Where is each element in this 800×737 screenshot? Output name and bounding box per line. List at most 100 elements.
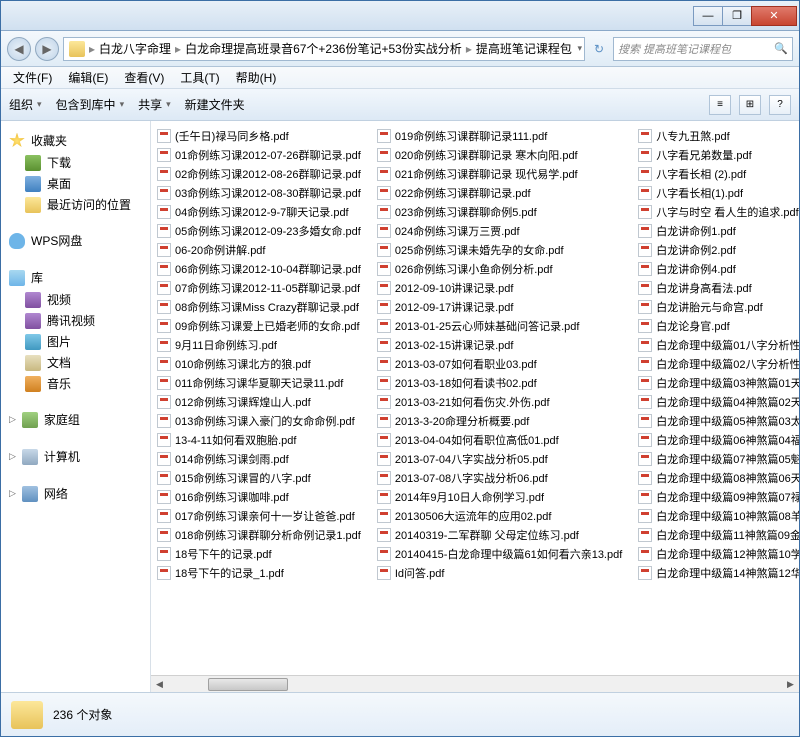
close-button[interactable]: ✕ bbox=[751, 6, 797, 26]
breadcrumb-dropdown[interactable]: ▾ bbox=[577, 43, 582, 54]
share-button[interactable]: 共享▾ bbox=[138, 96, 171, 113]
scroll-left-button[interactable]: ◀ bbox=[151, 677, 168, 692]
file-item[interactable]: 13-4-11如何看双胞胎.pdf bbox=[155, 431, 363, 449]
file-item[interactable]: 07命例练习课2012-11-05群聊记录.pdf bbox=[155, 279, 363, 297]
file-item[interactable]: 018命例练习课群聊分析命例记录1.pdf bbox=[155, 526, 363, 544]
file-item[interactable]: 2013-07-08八字实战分析06.pdf bbox=[375, 469, 624, 487]
file-item[interactable]: 白龙命理中级篇01八字分析性格01.pdf bbox=[636, 336, 799, 354]
file-item[interactable]: 022命例练习课群聊记录.pdf bbox=[375, 184, 624, 202]
file-item[interactable]: 2013-03-18如何看读书02.pdf bbox=[375, 374, 624, 392]
file-item[interactable]: 06-20命例讲解.pdf bbox=[155, 241, 363, 259]
file-item[interactable]: 2013-03-21如何看伤灾.外伤.pdf bbox=[375, 393, 624, 411]
scroll-right-button[interactable]: ▶ bbox=[782, 677, 799, 692]
sidebar-favorites[interactable]: 收藏夹 bbox=[5, 129, 146, 152]
file-item[interactable]: 05命例练习课2012-09-23多婚女命.pdf bbox=[155, 222, 363, 240]
file-item[interactable]: 八字看兄弟数量.pdf bbox=[636, 146, 799, 164]
sidebar-documents[interactable]: 文档 bbox=[5, 352, 146, 373]
file-item[interactable]: Id问答.pdf bbox=[375, 564, 624, 582]
file-item[interactable]: 2013-02-15讲课记录.pdf bbox=[375, 336, 624, 354]
organize-button[interactable]: 组织▾ bbox=[9, 96, 42, 113]
file-item[interactable]: 04命例练习课2012-9-7聊天记录.pdf bbox=[155, 203, 363, 221]
file-item[interactable]: 八字与时空 看人生的追求.pdf bbox=[636, 203, 799, 221]
file-item[interactable]: 白龙命理中级篇07神煞篇05魁罡贵人.pdf bbox=[636, 450, 799, 468]
breadcrumb-seg-2[interactable]: 白龙命理提高班录音67个+236份笔记+53份实战分析 bbox=[182, 40, 465, 57]
file-item[interactable]: 08命例练习课Miss Crazy群聊记录.pdf bbox=[155, 298, 363, 316]
file-item[interactable]: 八专九丑煞.pdf bbox=[636, 127, 799, 145]
file-item[interactable]: 白龙命理中级篇14神煞篇12华盖.pdf bbox=[636, 564, 799, 582]
file-item[interactable]: 白龙命理中级篇04神煞篇02天月二德.pdf bbox=[636, 393, 799, 411]
file-item[interactable]: 白龙论身官.pdf bbox=[636, 317, 799, 335]
search-input[interactable]: 搜索 提高班笔记课程包 🔍 bbox=[613, 37, 793, 61]
file-item[interactable]: 020命例练习课群聊记录 寒木向阳.pdf bbox=[375, 146, 624, 164]
file-item[interactable]: 06命例练习课2012-10-04群聊记录.pdf bbox=[155, 260, 363, 278]
file-item[interactable]: 012命例练习课辉煌山人.pdf bbox=[155, 393, 363, 411]
sidebar-wps[interactable]: WPS网盘 bbox=[5, 229, 146, 252]
breadcrumb[interactable]: ▸ 白龙八字命理 ▸ 白龙命理提高班录音67个+236份笔记+53份实战分析 ▸… bbox=[63, 37, 585, 61]
file-item[interactable]: 021命例练习课群聊记录 现代易学.pdf bbox=[375, 165, 624, 183]
file-item[interactable]: 014命例练习课剑雨.pdf bbox=[155, 450, 363, 468]
scroll-thumb[interactable] bbox=[208, 678, 288, 691]
file-item[interactable]: 025命例练习课未婚先孕的女命.pdf bbox=[375, 241, 624, 259]
file-item[interactable]: 白龙讲命例2.pdf bbox=[636, 241, 799, 259]
file-item[interactable]: (壬午日)禄马同乡格.pdf bbox=[155, 127, 363, 145]
menu-tools[interactable]: 工具(T) bbox=[172, 67, 227, 88]
back-button[interactable]: ◀ bbox=[7, 37, 31, 61]
file-item[interactable]: 019命例练习课群聊记录111.pdf bbox=[375, 127, 624, 145]
horizontal-scrollbar[interactable]: ◀ ▶ bbox=[151, 675, 799, 692]
file-item[interactable]: 2013-04-04如何看职位高低01.pdf bbox=[375, 431, 624, 449]
sidebar-recent[interactable]: 最近访问的位置 bbox=[5, 194, 146, 215]
file-pane[interactable]: (壬午日)禄马同乡格.pdf01命例练习课2012-07-26群聊记录.pdf0… bbox=[151, 121, 799, 692]
file-item[interactable]: 白龙命理中级篇06神煞篇04福星文昌国印德秀贵 bbox=[636, 431, 799, 449]
file-item[interactable]: 18号下午的记录_1.pdf bbox=[155, 564, 363, 582]
file-item[interactable]: 白龙命理中级篇10神煞篇08羊刃飞刃天医.pdf bbox=[636, 507, 799, 525]
sidebar-network[interactable]: ▷网络 bbox=[5, 482, 146, 505]
file-item[interactable]: 白龙讲胎元与命宫.pdf bbox=[636, 298, 799, 316]
file-item[interactable]: 白龙命理中级篇11神煞篇09金舆贵人三奇贵人.pdf bbox=[636, 526, 799, 544]
sidebar-libraries[interactable]: 库 bbox=[5, 266, 146, 289]
file-item[interactable]: 白龙命理中级篇03神煞篇01天乙贵人.pdf bbox=[636, 374, 799, 392]
chevron-right-icon[interactable]: ▸ bbox=[174, 42, 182, 56]
help-button[interactable]: ? bbox=[769, 95, 791, 115]
file-item[interactable]: 20140415-白龙命理中级篇61如何看六亲13.pdf bbox=[375, 545, 624, 563]
file-item[interactable]: 白龙命理中级篇09神煞篇07禄和劫煞.pdf bbox=[636, 488, 799, 506]
file-item[interactable]: 18号下午的记录.pdf bbox=[155, 545, 363, 563]
menu-file[interactable]: 文件(F) bbox=[5, 67, 60, 88]
forward-button[interactable]: ▶ bbox=[35, 37, 59, 61]
file-item[interactable]: 白龙命理中级篇05神煞篇03太极贵人.pdf bbox=[636, 412, 799, 430]
file-item[interactable]: 白龙命理中级篇08神煞篇06天罗地网.pdf bbox=[636, 469, 799, 487]
breadcrumb-seg-3[interactable]: 提高班笔记课程包 bbox=[473, 40, 575, 57]
view-icons-button[interactable]: ⊞ bbox=[739, 95, 761, 115]
file-item[interactable]: 白龙命理中级篇12神煞篇10学堂词馆文昌将星驿马 bbox=[636, 545, 799, 563]
sidebar-homegroup[interactable]: ▷家庭组 bbox=[5, 408, 146, 431]
view-list-button[interactable]: ≡ bbox=[709, 95, 731, 115]
include-button[interactable]: 包含到库中▾ bbox=[56, 96, 125, 113]
file-item[interactable]: 2013-3-20命理分析概要.pdf bbox=[375, 412, 624, 430]
chevron-right-icon[interactable]: ▸ bbox=[465, 42, 473, 56]
sidebar-desktop[interactable]: 桌面 bbox=[5, 173, 146, 194]
search-icon[interactable]: 🔍 bbox=[774, 42, 788, 55]
file-item[interactable]: 2012-09-17讲课记录.pdf bbox=[375, 298, 624, 316]
file-item[interactable]: 2013-03-07如何看职业03.pdf bbox=[375, 355, 624, 373]
file-item[interactable]: 03命例练习课2012-08-30群聊记录.pdf bbox=[155, 184, 363, 202]
minimize-button[interactable]: — bbox=[693, 6, 723, 26]
file-item[interactable]: 09命例练习课爱上已婚老师的女命.pdf bbox=[155, 317, 363, 335]
file-item[interactable]: 2012-09-10讲课记录.pdf bbox=[375, 279, 624, 297]
sidebar-music[interactable]: 音乐 bbox=[5, 373, 146, 394]
file-item[interactable]: 2013-07-04八字实战分析05.pdf bbox=[375, 450, 624, 468]
sidebar-computer[interactable]: ▷计算机 bbox=[5, 445, 146, 468]
file-item[interactable]: 026命例练习课小鱼命例分析.pdf bbox=[375, 260, 624, 278]
file-item[interactable]: 八字看长相(1).pdf bbox=[636, 184, 799, 202]
menu-view[interactable]: 查看(V) bbox=[116, 67, 172, 88]
file-item[interactable]: 013命例练习课入豪门的女命命例.pdf bbox=[155, 412, 363, 430]
file-item[interactable]: 023命例练习课群聊命例5.pdf bbox=[375, 203, 624, 221]
sidebar-video[interactable]: 视频 bbox=[5, 289, 146, 310]
chevron-right-icon[interactable]: ▸ bbox=[88, 42, 96, 56]
titlebar[interactable]: — ❐ ✕ bbox=[1, 1, 799, 31]
refresh-button[interactable]: ↻ bbox=[589, 42, 609, 56]
menu-help[interactable]: 帮助(H) bbox=[228, 67, 285, 88]
file-item[interactable]: 024命例练习课万三贾.pdf bbox=[375, 222, 624, 240]
maximize-button[interactable]: ❐ bbox=[722, 6, 752, 26]
file-item[interactable]: 八字看长相 (2).pdf bbox=[636, 165, 799, 183]
file-item[interactable]: 2013-01-25云心师妹基础问答记录.pdf bbox=[375, 317, 624, 335]
sidebar-downloads[interactable]: 下载 bbox=[5, 152, 146, 173]
